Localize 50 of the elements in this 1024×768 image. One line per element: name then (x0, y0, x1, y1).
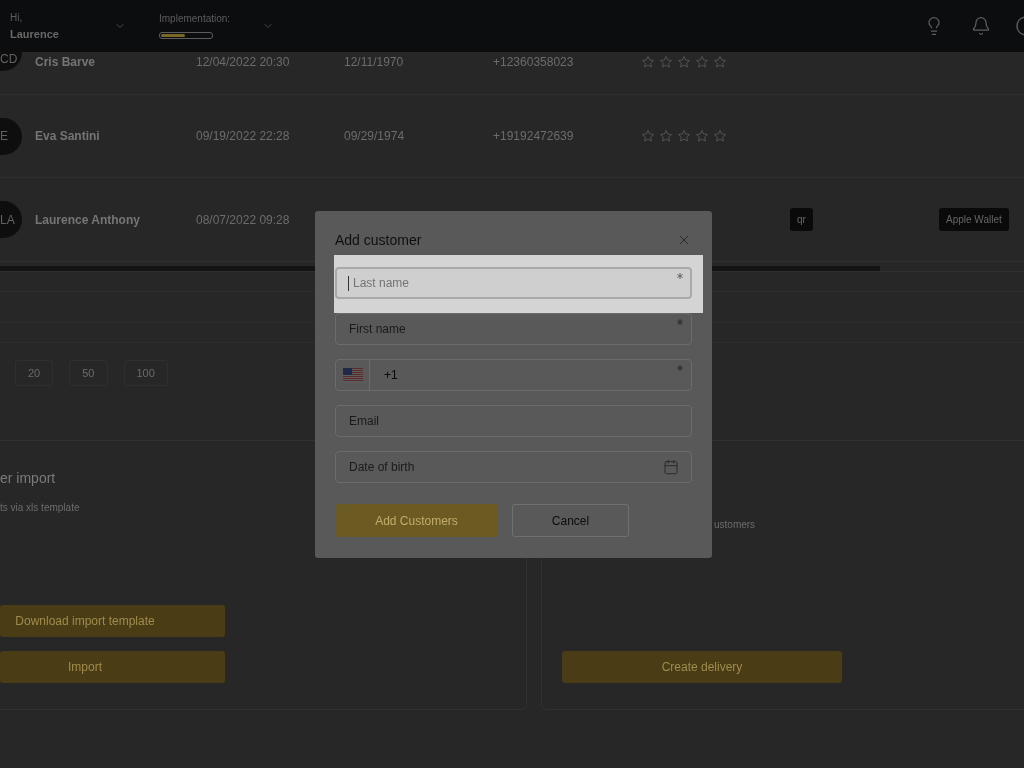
page-size-option[interactable]: 50 (69, 360, 108, 386)
add-customers-button[interactable]: Add Customers (335, 504, 498, 537)
card-title: er import (0, 469, 56, 487)
pass-tag[interactable]: qr (790, 208, 813, 231)
import-button[interactable]: Import (0, 651, 225, 683)
customer-name[interactable]: Cris Barve (35, 55, 96, 69)
phone-number: +19192472639 (493, 129, 574, 143)
card-subtitle: ts via xls template (0, 501, 80, 514)
customer-name[interactable]: Eva Santini (35, 129, 100, 143)
star-icon (713, 55, 727, 69)
birth-date: 12/11/1970 (344, 55, 404, 69)
created-date: 12/04/2022 20:30 (196, 55, 290, 69)
user-name[interactable]: Laurence (10, 27, 59, 41)
create-delivery-button[interactable]: Create delivery (562, 651, 842, 683)
input-field[interactable]: First name (335, 313, 692, 345)
star-icon (695, 55, 709, 69)
star-icon (659, 129, 673, 143)
dialog-title: Add customer (335, 230, 422, 249)
download-template-button[interactable]: Download import template (0, 605, 225, 637)
star-icon (677, 129, 691, 143)
birth-date: 09/29/1974 (344, 129, 405, 143)
flag-icon (342, 368, 363, 382)
page-size-option[interactable]: 100 (123, 360, 168, 386)
star-icon (677, 55, 691, 69)
created-date: 09/19/2022 22:28 (196, 129, 290, 143)
implementation-label: Implementation: (159, 13, 231, 25)
notification-bell-icon[interactable] (971, 16, 991, 36)
date-field[interactable]: Date of birth (335, 451, 692, 483)
cancel-button[interactable]: Cancel (512, 504, 629, 537)
customer-name[interactable]: Laurence Anthony (35, 212, 140, 227)
card-subtitle: ustomers (714, 518, 756, 531)
greeting-label: Hi, (10, 11, 24, 24)
page-size-option[interactable]: 20 (15, 360, 54, 386)
star-icon (695, 129, 709, 143)
ring-icon[interactable] (1016, 16, 1024, 36)
input-field[interactable]: Last name (335, 267, 692, 299)
phone-field[interactable]: +1 (335, 359, 692, 391)
avatar: E (0, 117, 22, 155)
text-cursor-icon (348, 276, 349, 291)
phone-number: +12360358023 (493, 55, 574, 69)
pass-tag[interactable]: Apple Wallet (939, 208, 1009, 231)
star-icon (659, 55, 673, 69)
input-field[interactable]: Email (335, 405, 692, 437)
avatar: LA (0, 201, 22, 238)
calendar-icon[interactable] (663, 459, 679, 475)
star-icon (713, 129, 727, 143)
star-icon (641, 129, 655, 143)
star-icon (641, 55, 655, 69)
avatar: CD (0, 52, 22, 71)
created-date: 08/07/2022 09:28 (196, 212, 290, 227)
